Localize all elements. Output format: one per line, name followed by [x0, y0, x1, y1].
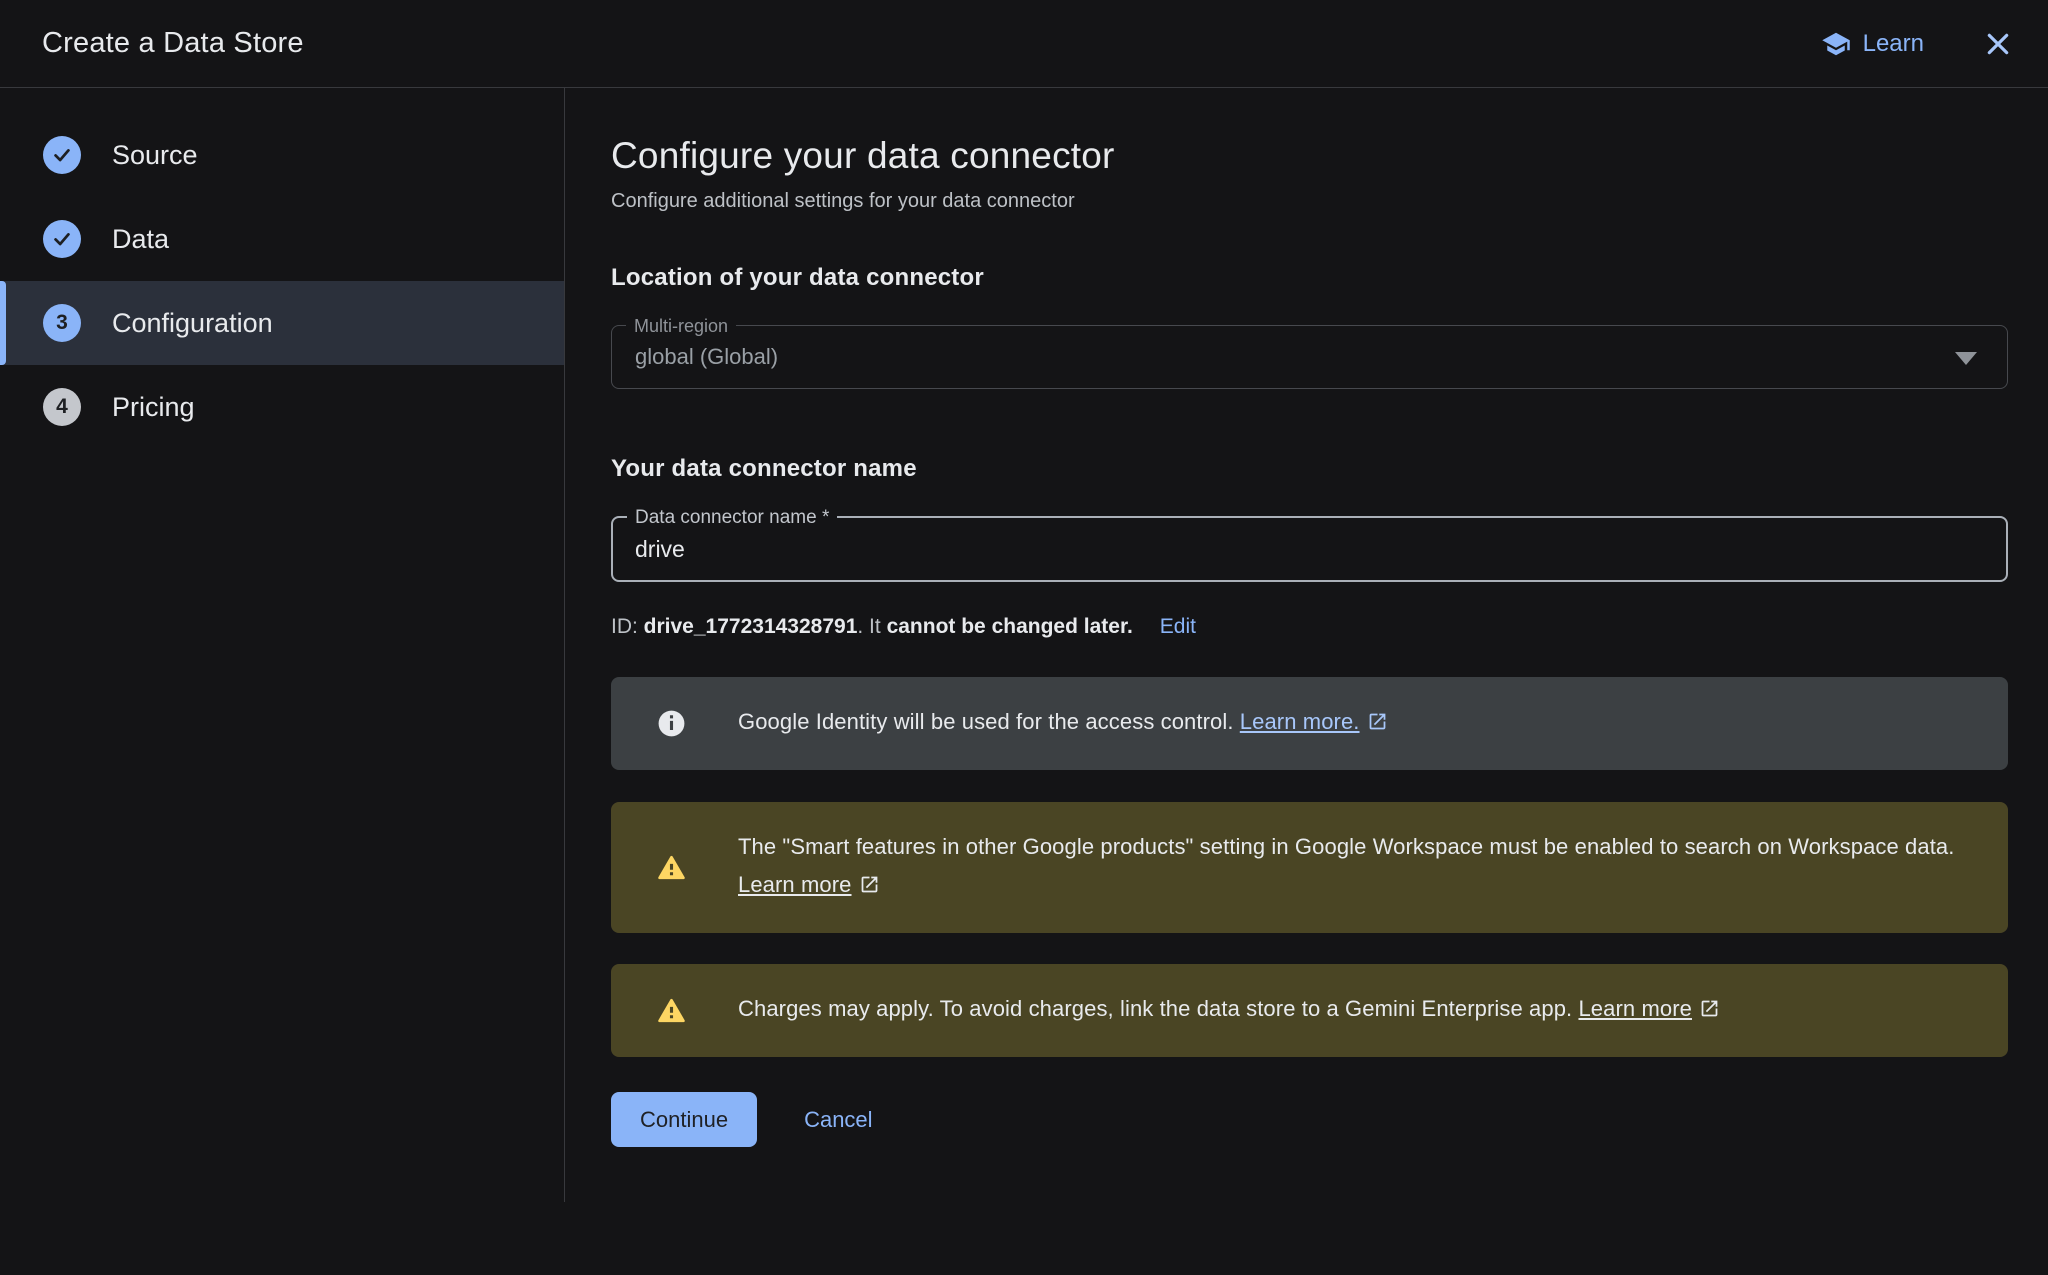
info-banner: Google Identity will be used for the acc… — [611, 677, 2008, 770]
charges-warning-text: Charges may apply. To avoid charges, lin… — [738, 990, 1720, 1031]
dialog-header: Create a Data Store Learn — [0, 0, 2048, 88]
header-actions: Learn — [1821, 28, 2014, 60]
configuration-panel: Configure your data connector Configure … — [565, 88, 2048, 1202]
warning-icon — [656, 995, 687, 1026]
charges-warning-banner: Charges may apply. To avoid charges, lin… — [611, 964, 2008, 1057]
data-connector-name-field: Data connector name * — [611, 516, 2008, 582]
page-title: Configure your data connector — [611, 135, 2008, 177]
step-label: Pricing — [112, 392, 195, 423]
location-section-title: Location of your data connector — [611, 264, 2008, 292]
graduation-cap-icon — [1821, 29, 1851, 59]
learn-button[interactable]: Learn — [1821, 29, 1924, 59]
multi-region-label: Multi-region — [626, 315, 736, 337]
warning-icon — [656, 852, 687, 883]
page-subtitle: Configure additional settings for your d… — [611, 190, 2008, 213]
step-label: Data — [112, 224, 169, 255]
step-complete-check-icon — [43, 136, 81, 174]
data-connector-name-label: Data connector name * — [627, 507, 837, 529]
external-link-icon — [1699, 993, 1720, 1031]
connector-id-value: drive_1772314328791 — [644, 615, 858, 638]
step-number-badge: 4 — [43, 388, 81, 426]
dialog-body: Source Data 3 Configuration 4 Pricing — [0, 88, 2048, 1202]
active-step-accent — [0, 281, 6, 365]
dialog-title: Create a Data Store — [42, 27, 304, 60]
external-link-icon — [1367, 706, 1388, 744]
external-link-icon — [859, 869, 880, 907]
continue-button[interactable]: Continue — [611, 1092, 757, 1147]
info-learn-more-link[interactable]: Learn more. — [1240, 709, 1388, 734]
step-configuration[interactable]: 3 Configuration — [0, 281, 564, 365]
info-icon — [656, 708, 687, 739]
cancel-button[interactable]: Cancel — [804, 1107, 872, 1133]
helper-prefix: ID: — [611, 615, 644, 638]
learn-label: Learn — [1863, 30, 1924, 58]
step-data[interactable]: Data — [0, 197, 564, 281]
helper-mid: . It — [857, 615, 886, 638]
step-pricing[interactable]: 4 Pricing — [0, 365, 564, 449]
dropdown-arrow-icon — [1955, 352, 1977, 365]
charges-learn-more-link[interactable]: Learn more — [1578, 996, 1720, 1021]
stepper-sidebar: Source Data 3 Configuration 4 Pricing — [0, 88, 565, 1202]
action-bar: Continue Cancel — [611, 1092, 2008, 1147]
edit-id-link[interactable]: Edit — [1160, 615, 1196, 638]
create-data-store-dialog: Create a Data Store Learn Sou — [0, 0, 2048, 1275]
workspace-warning-banner: The "Smart features in other Google prod… — [611, 802, 2008, 933]
step-label: Source — [112, 140, 198, 171]
step-label: Configuration — [112, 308, 273, 339]
helper-bold: cannot be changed later. — [887, 615, 1133, 638]
step-number-badge: 3 — [43, 304, 81, 342]
close-button[interactable] — [1982, 28, 2014, 60]
connector-id-helper: ID: drive_1772314328791. It cannot be ch… — [611, 615, 2008, 639]
workspace-learn-more-link[interactable]: Learn more — [738, 872, 880, 897]
multi-region-value: global (Global) — [612, 326, 2007, 388]
multi-region-select[interactable]: Multi-region global (Global) — [611, 325, 2008, 389]
step-source[interactable]: Source — [0, 113, 564, 197]
info-banner-text: Google Identity will be used for the acc… — [738, 703, 1388, 744]
workspace-warning-text: The "Smart features in other Google prod… — [738, 828, 1968, 907]
step-complete-check-icon — [43, 220, 81, 258]
close-icon — [1982, 28, 2014, 60]
name-section-title: Your data connector name — [611, 455, 2008, 483]
